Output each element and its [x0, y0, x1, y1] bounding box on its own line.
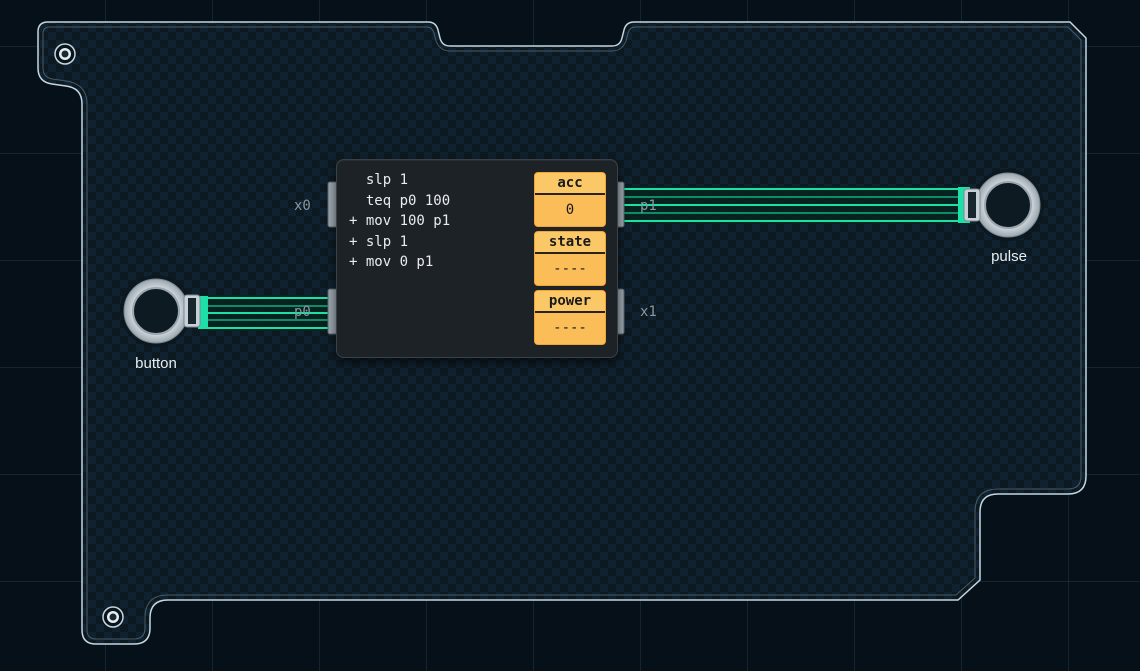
- mounting-hole-bottom-left: [102, 606, 124, 628]
- port-label-x1: x1: [640, 304, 657, 320]
- port-label-p1: p1: [640, 198, 657, 214]
- register-state: state ----: [534, 231, 606, 286]
- register-name: state: [535, 232, 605, 254]
- pulse-label: pulse: [991, 248, 1027, 265]
- register-value: 0: [535, 195, 605, 226]
- register-value: ----: [535, 254, 605, 285]
- button-label: button: [135, 355, 177, 372]
- wire-p1-pulse[interactable]: [620, 186, 970, 224]
- code-line[interactable]: slp 1: [349, 170, 450, 191]
- code-line[interactable]: + mov 0 p1: [349, 252, 450, 273]
- code-line[interactable]: teq p0 100: [349, 191, 450, 212]
- register-power: power ----: [534, 290, 606, 345]
- wire-button-p0[interactable]: [198, 295, 332, 331]
- code-line[interactable]: + slp 1: [349, 232, 450, 253]
- mounting-hole-top-left: [54, 43, 76, 65]
- code-editor[interactable]: slp 1 teq p0 100 + mov 100 p1 + slp 1 + mov…: [349, 170, 450, 273]
- port-label-p0: p0: [294, 304, 311, 320]
- register-name: acc: [535, 173, 605, 195]
- microcontroller[interactable]: slp 1 teq p0 100 + mov 100 p1 + slp 1 + mov…: [336, 159, 618, 358]
- port-label-x0: x0: [294, 198, 311, 214]
- code-line[interactable]: + mov 100 p1: [349, 211, 450, 232]
- register-name: power: [535, 291, 605, 313]
- register-value: ----: [535, 313, 605, 344]
- register-acc: acc 0: [534, 172, 606, 227]
